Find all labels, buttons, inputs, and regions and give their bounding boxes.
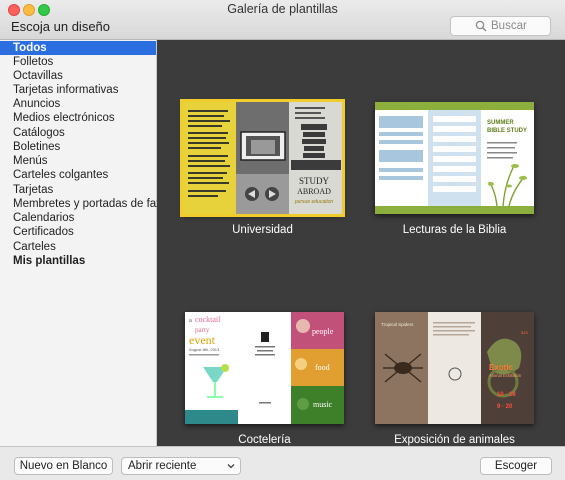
category-sidebar: Todos Folletos Octavillas Tarjetas infor… — [0, 40, 162, 446]
template-thumbnail[interactable]: Tropical Spiders $15 Exotic Animal Exhib… — [375, 312, 534, 424]
music-text: music — [313, 400, 333, 409]
template-thumbnail[interactable]: a cocktail party event August 8th, 2013 — [185, 312, 344, 424]
sidebar-item-todos[interactable]: Todos — [0, 41, 156, 55]
people-text: people — [312, 327, 334, 336]
cocktail-party-brochure-preview: a cocktail party event August 8th, 2013 — [185, 312, 344, 424]
window-title: Galería de plantillas — [227, 2, 338, 16]
event-text: event — [189, 333, 216, 347]
sidebar-item-membretes[interactable]: Membretes y portadas de fax — [0, 197, 162, 211]
template-label: Coctelería — [238, 434, 291, 446]
template-thumbnail[interactable]: SUMMER BIBLE STUDY — [375, 102, 534, 214]
sidebar-item-tarjetas[interactable]: Tarjetas — [0, 183, 156, 197]
title-bar: Galería de plantillas Escoja un diseño B… — [0, 0, 565, 40]
sidebar-item-certificados[interactable]: Certificados — [0, 225, 156, 239]
template-label: Exposición de animales — [394, 434, 515, 446]
abroad-text: ABROAD — [297, 187, 331, 196]
open-recent-select[interactable]: Abrir reciente — [121, 457, 241, 475]
search-field[interactable]: Buscar — [450, 16, 551, 36]
open-recent-label: Abrir reciente — [128, 460, 197, 472]
sidebar-item-carteles[interactable]: Carteles — [0, 240, 156, 254]
event-date-text: August 8th, 2013 — [189, 347, 220, 352]
sidebar-item-catalogos[interactable]: Catálogos — [0, 126, 156, 140]
search-icon — [475, 20, 487, 32]
template-gallery: STUDY ABROAD pursue education Universida… — [157, 40, 565, 446]
search-placeholder: Buscar — [491, 20, 527, 32]
summer-text: SUMMER — [487, 120, 514, 126]
sidebar-item-boletines[interactable]: Boletines — [0, 140, 156, 154]
sidebar-item-calendarios[interactable]: Calendarios — [0, 211, 156, 225]
animal-price-text: $15 — [521, 330, 528, 335]
bible-study-brochure-preview: SUMMER BIBLE STUDY — [375, 102, 534, 214]
cocktail-a-text: a — [189, 318, 192, 324]
date-1-text: 10 · 18 — [497, 392, 516, 398]
template-thumbnail[interactable]: STUDY ABROAD pursue education — [180, 99, 345, 217]
study-abroad-brochure-preview: STUDY ABROAD pursue education — [183, 102, 342, 214]
animal-exhibition-brochure-preview: Tropical Spiders $15 Exotic Animal Exhib… — [375, 312, 534, 424]
sidebar-item-anuncios[interactable]: Anuncios — [0, 97, 156, 111]
food-text: food — [315, 363, 330, 372]
sidebar-item-menus[interactable]: Menús — [0, 154, 156, 168]
choose-button[interactable]: Escoger — [480, 457, 552, 475]
animal-exhibition-text: Animal Exhibition — [489, 373, 522, 378]
chevron-down-icon — [227, 464, 235, 469]
page-subtitle: Escoja un diseño — [11, 19, 111, 34]
sidebar-item-medios-electronicos[interactable]: Medios electrónicos — [0, 111, 156, 125]
bible-study-text: BIBLE STUDY — [487, 128, 527, 134]
bottom-bar: Nuevo en Blanco Abrir reciente Escoger — [0, 446, 565, 480]
exotic-text: Exotic — [489, 363, 514, 372]
sidebar-item-folletos[interactable]: Folletos — [0, 55, 156, 69]
new-blank-button[interactable]: Nuevo en Blanco — [14, 457, 113, 475]
date-2-text: 9 · 20 — [497, 404, 513, 410]
sidebar-item-tarjetas-informativas[interactable]: Tarjetas informativas — [0, 83, 156, 97]
tagline-text: pursue education — [294, 199, 334, 205]
cocktail-text: cocktail — [195, 315, 221, 324]
study-text: STUDY — [299, 176, 330, 186]
template-label: Universidad — [232, 224, 293, 236]
sidebar-item-mis-plantillas[interactable]: Mis plantillas — [0, 254, 156, 268]
template-label: Lecturas de la Biblia — [402, 224, 507, 236]
tropical-spiders-text: Tropical Spiders — [381, 322, 414, 327]
sidebar-item-carteles-colgantes[interactable]: Carteles colgantes — [0, 168, 156, 182]
sidebar-item-octavillas[interactable]: Octavillas — [0, 69, 156, 83]
